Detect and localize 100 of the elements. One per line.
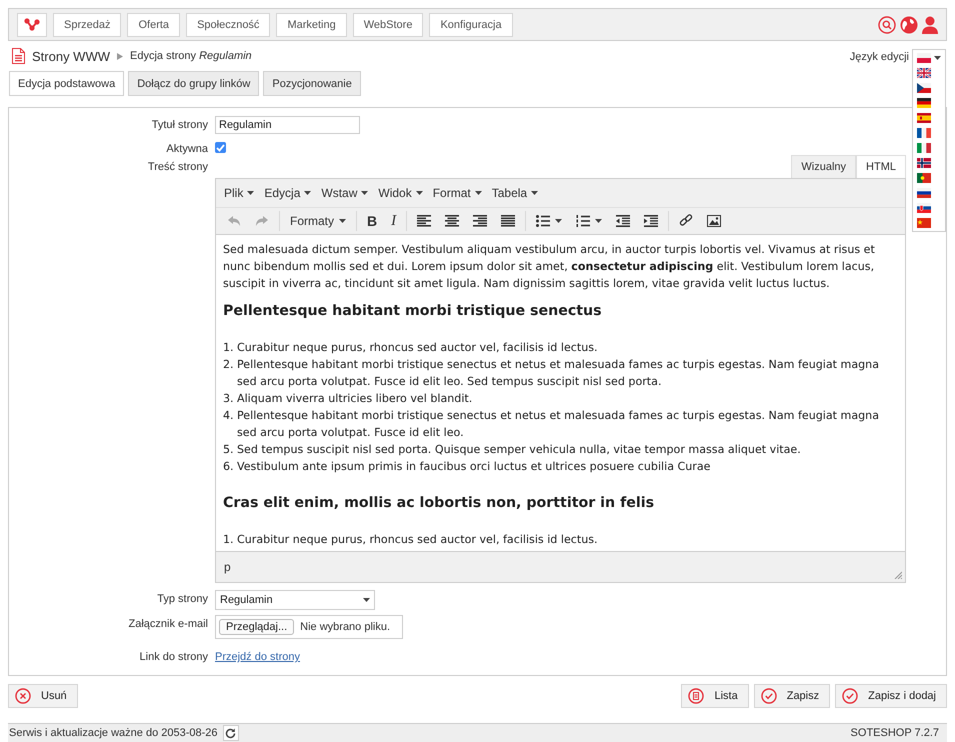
flag-icon xyxy=(917,83,931,93)
list-item: Pellentesque habitant morbi tristique senectus et netus et malesuada fames ac turpis egestas. Nam feugiat magna sed arcu porta volutpat. Fusce id elit leo. xyxy=(237,408,880,441)
breadcrumb-link[interactable]: Strony WWW xyxy=(32,48,110,64)
flag-icon xyxy=(917,188,931,198)
list-item: Curabitur neque purus, rhoncus sed auctor vel, facilisis id lectus. xyxy=(237,340,598,356)
list-number: 4. xyxy=(223,408,235,424)
editor-menu-item[interactable]: Wstaw xyxy=(317,184,372,202)
list-number: 1. xyxy=(223,340,235,356)
status-text: Serwis i aktualizacje ważne do 2053-08-26 xyxy=(9,727,218,739)
link-icon xyxy=(679,214,694,228)
close-icon xyxy=(15,688,31,704)
tab[interactable]: Pozycjonowanie xyxy=(263,71,361,96)
field-label: Treść strony xyxy=(146,160,208,173)
field-label: Tytuł strony xyxy=(150,118,208,131)
list-number: 6. xyxy=(223,459,235,475)
align-left-icon xyxy=(417,215,432,227)
list-number: 3. xyxy=(223,391,235,407)
caret-icon xyxy=(339,219,346,223)
indent-icon xyxy=(644,215,658,227)
bold-button[interactable]: B xyxy=(360,210,384,232)
menu-tab[interactable]: Społeczność xyxy=(186,12,270,36)
tab[interactable]: Dołącz do grupy linków xyxy=(128,71,260,96)
editor-menu-item[interactable]: Widok xyxy=(374,184,427,202)
save-button[interactable]: Zapisz xyxy=(754,684,830,708)
document-icon xyxy=(12,48,25,64)
caret-icon xyxy=(934,56,941,60)
browse-button[interactable]: Przeglądaj... xyxy=(219,619,294,635)
image-icon xyxy=(707,215,722,227)
list-number: 5. xyxy=(223,442,235,458)
flag-icon xyxy=(917,158,931,168)
file-status: Nie wybrano pliku. xyxy=(300,621,390,633)
align-center-icon xyxy=(445,215,460,227)
tab[interactable]: Edycja podstawowa xyxy=(9,71,124,96)
menu-tab[interactable]: WebStore xyxy=(352,12,424,36)
page-link[interactable]: Przejdź do strony xyxy=(215,648,906,663)
caret-icon xyxy=(361,191,368,195)
redo-icon xyxy=(255,215,269,227)
list-number: 1. xyxy=(223,532,235,548)
resize-handle-icon[interactable] xyxy=(894,571,902,579)
menu-tab[interactable]: Oferta xyxy=(127,12,180,36)
caret-icon xyxy=(555,219,562,223)
formats-dropdown[interactable]: Formaty xyxy=(283,210,354,232)
justify-icon xyxy=(501,215,516,227)
caret-icon xyxy=(474,191,482,195)
outdent-icon xyxy=(616,215,630,227)
active-checkbox[interactable] xyxy=(215,142,226,153)
editor-menu-item[interactable]: Format xyxy=(428,184,486,202)
list-item: Vestibulum ante ipsum primis in faucibus orci luctus et ultrices posuere cubilia Curae xyxy=(237,459,710,475)
heading: Cras elit enim, mollis ac lobortis non, porttitor in felis xyxy=(223,494,656,513)
caret-icon xyxy=(304,191,312,195)
language-dropdown[interactable] xyxy=(912,49,946,232)
align-right-icon xyxy=(473,215,488,227)
home-button[interactable] xyxy=(17,12,47,36)
title-input[interactable]: Regulamin xyxy=(215,116,360,134)
file-input[interactable]: Przeglądaj... Nie wybrano pliku. xyxy=(215,615,403,639)
editor-menu-item[interactable]: Tabela xyxy=(488,184,542,202)
caret-icon xyxy=(531,191,538,195)
caret-icon xyxy=(416,191,423,195)
editor-menu-item[interactable]: Edycja xyxy=(260,184,316,202)
bullet-list-icon xyxy=(536,215,550,227)
field-label: Załącznik e-mail xyxy=(128,617,208,630)
field-label: Typ strony xyxy=(156,592,208,605)
document-icon xyxy=(688,688,704,704)
heading: Pellentesque habitant morbi tristique senectus xyxy=(223,302,603,321)
version-text: SOTESHOP 7.2.7 xyxy=(850,727,939,739)
checkmark-icon xyxy=(760,688,777,704)
flag-icon xyxy=(917,218,931,228)
list-item: Pellentesque habitant morbi tristique senectus et netus et malesuada fames ac turpis egestas. Nam feugiat magna sed arcu porta volutpat. Fusce id elit leo. Sed tempus suscipit nisl sed porta. xyxy=(237,357,880,390)
checkmark-icon xyxy=(842,688,858,704)
flag-icon xyxy=(917,68,931,78)
list-item: Sed tempus suscipit nisl sed porta. Quisque semper vehicula nulla, vitae tempor massa aliquet vitae. xyxy=(237,442,801,458)
delete-button[interactable]: Usuń xyxy=(8,684,78,708)
globe-icon[interactable] xyxy=(900,16,918,34)
flag-icon xyxy=(917,128,931,138)
arrow-icon xyxy=(117,52,123,60)
menu-tab[interactable]: Marketing xyxy=(276,12,347,36)
numbered-list-icon xyxy=(576,215,590,227)
menu-tab[interactable]: Sprzedaż xyxy=(53,12,122,36)
editor-menu-item[interactable]: Plik xyxy=(220,184,258,202)
field-label: Aktywna xyxy=(165,142,208,155)
save-button[interactable]: Zapisz i dodaj xyxy=(835,684,947,708)
user-icon[interactable] xyxy=(922,16,938,34)
refresh-icon xyxy=(225,728,236,738)
flag-icon xyxy=(917,53,931,63)
flag-icon xyxy=(917,98,931,108)
editor-mode-tab[interactable]: Wizualny xyxy=(791,155,856,178)
breadcrumb-current: Edycja strony Regulamin xyxy=(130,50,252,62)
list-button[interactable]: Lista xyxy=(681,684,749,708)
search-icon[interactable] xyxy=(878,16,896,34)
italic-button[interactable]: I xyxy=(384,210,404,232)
refresh-button[interactable] xyxy=(222,725,239,741)
field-label: Link do strony xyxy=(138,650,208,663)
paragraph: Sed malesuada dictum semper. Vestibulum aliquam vestibulum arcu, in auctor turpis lobortis vel. Vivamus at risus et nunc bibendum mollis sed et dui. Lorem ipsum dolor sit amet, consectetur adipiscing elit. Vestibulum lorem lacus, suscipit in viverra ac, tincidunt sit amet ligula. Nam dignissim sagittis lorem, vitae gravida velit luctus luctus. xyxy=(223,242,876,292)
editor-mode-tab[interactable]: HTML xyxy=(856,155,906,178)
caret-icon xyxy=(247,191,254,195)
page-type-select[interactable]: Regulamin xyxy=(215,590,375,610)
menu-tab[interactable]: Konfiguracja xyxy=(429,12,513,36)
flag-icon xyxy=(917,173,931,183)
list-item: Curabitur neque purus, rhoncus sed auctor vel, facilisis id lectus. xyxy=(237,532,598,548)
flag-icon xyxy=(917,143,931,153)
